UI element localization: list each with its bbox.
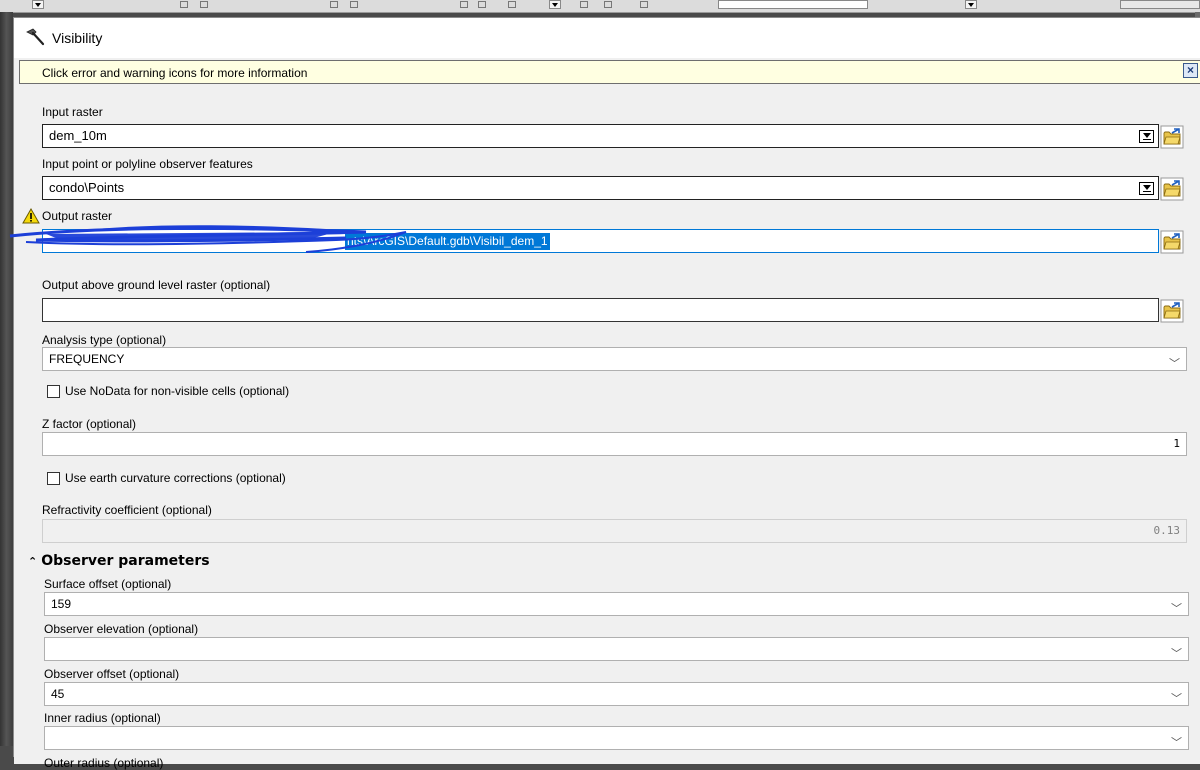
observer-features-combo[interactable]: condo\Points: [42, 176, 1159, 200]
observer-features-value: condo\Points: [49, 180, 125, 195]
surface-offset-label: Surface offset (optional): [44, 577, 172, 591]
refractivity-value: 0.13: [1153, 524, 1181, 537]
chevron-down-icon[interactable]: ﹀: [1171, 688, 1182, 705]
toolbar-icon[interactable]: [478, 1, 486, 8]
analysis-type-select[interactable]: FREQUENCY ﹀: [42, 347, 1187, 371]
earth-curvature-checkbox-row[interactable]: Use earth curvature corrections (optiona…: [47, 471, 286, 486]
observer-features-label: Input point or polyline observer feature…: [42, 157, 253, 171]
chevron-down-icon[interactable]: [1139, 182, 1154, 195]
observer-offset-label: Observer offset (optional): [44, 667, 180, 681]
toolbar-dropdown[interactable]: [965, 0, 977, 9]
folder-open-icon[interactable]: [1160, 299, 1184, 323]
analysis-type-label: Analysis type (optional): [42, 333, 167, 347]
window-title: Visibility: [52, 30, 103, 46]
observer-parameters-header[interactable]: ⌃ Observer parameters: [28, 553, 210, 569]
output-raster-input[interactable]: nts\ArcGIS\Default.gdb\Visibil_dem_1: [42, 229, 1159, 253]
toolbar-scale-box[interactable]: [718, 0, 868, 9]
observer-elevation-label: Observer elevation (optional): [44, 622, 199, 636]
map-backdrop: [0, 12, 13, 746]
hammer-icon: [26, 28, 45, 46]
toolbar-icon[interactable]: [460, 1, 468, 8]
use-nodata-label: Use NoData for non-visible cells (option…: [65, 384, 290, 398]
chevron-down-icon[interactable]: ﹀: [1171, 598, 1182, 615]
toolbar-icon[interactable]: [604, 1, 612, 8]
refractivity-label: Refractivity coefficient (optional): [42, 503, 212, 517]
use-nodata-checkbox[interactable]: [47, 385, 60, 399]
earth-curvature-checkbox[interactable]: [47, 472, 60, 486]
earth-curvature-label: Use earth curvature corrections (optiona…: [65, 471, 286, 485]
input-raster-value: dem_10m: [49, 128, 107, 143]
chevron-down-icon[interactable]: ﹀: [1169, 353, 1180, 370]
observer-elevation-select[interactable]: ﹀: [44, 637, 1189, 661]
folder-open-icon[interactable]: [1160, 177, 1184, 201]
chevron-double-up-icon[interactable]: ⌃: [28, 555, 37, 568]
toolbar-dropdown[interactable]: [32, 0, 44, 9]
toolbar-icon[interactable]: [200, 1, 208, 8]
observer-offset-value: 45: [51, 687, 65, 701]
analysis-type-value: FREQUENCY: [49, 352, 125, 366]
z-factor-input[interactable]: 1: [42, 432, 1187, 456]
surface-offset-value: 159: [51, 597, 72, 611]
input-raster-combo[interactable]: dem_10m: [42, 124, 1159, 148]
chevron-down-icon[interactable]: [1139, 130, 1154, 143]
observer-parameters-title: Observer parameters: [41, 553, 210, 569]
parameters-form: Input raster dem_10m Input point or poly…: [9, 84, 1200, 770]
toolbar-icon[interactable]: [508, 1, 516, 8]
output-raster-label: Output raster: [42, 209, 113, 223]
toolbar-icon[interactable]: [180, 1, 188, 8]
chevron-down-icon[interactable]: ﹀: [1171, 732, 1182, 749]
inner-radius-select[interactable]: ﹀: [44, 726, 1189, 750]
message-text: Click error and warning icons for more i…: [42, 66, 308, 80]
z-factor-label: Z factor (optional): [42, 417, 137, 431]
visibility-tool-dialog: Visibility Click error and warning icons…: [9, 17, 1200, 770]
toolbar-strip: [0, 0, 1200, 13]
toolbar-icon[interactable]: [350, 1, 358, 8]
close-message-button[interactable]: ×: [1183, 63, 1198, 78]
agl-raster-input[interactable]: [42, 298, 1159, 322]
agl-raster-label: Output above ground level raster (option…: [42, 278, 271, 292]
toolbar-icon[interactable]: [640, 1, 648, 8]
warning-icon[interactable]: [22, 208, 40, 224]
folder-open-icon[interactable]: [1160, 125, 1184, 149]
inner-radius-label: Inner radius (optional): [44, 711, 161, 725]
title-bar: Visibility: [14, 18, 1200, 58]
outer-radius-label: Outer radius (optional): [44, 756, 164, 770]
use-nodata-checkbox-row[interactable]: Use NoData for non-visible cells (option…: [47, 384, 290, 399]
surface-offset-select[interactable]: 159 ﹀: [44, 592, 1189, 616]
chevron-down-icon[interactable]: ﹀: [1171, 643, 1182, 660]
refractivity-input: 0.13: [42, 519, 1187, 543]
z-factor-value: 1: [1173, 437, 1180, 450]
output-raster-value: nts\ArcGIS\Default.gdb\Visibil_dem_1: [345, 233, 550, 250]
message-bar: Click error and warning icons for more i…: [19, 60, 1200, 84]
toolbar-icon[interactable]: [580, 1, 588, 8]
toolbar-box[interactable]: [1120, 0, 1200, 9]
input-raster-label: Input raster: [42, 105, 103, 119]
toolbar-icon[interactable]: [330, 1, 338, 8]
toolbar-dropdown[interactable]: [549, 0, 561, 9]
observer-offset-select[interactable]: 45 ﹀: [44, 682, 1189, 706]
folder-open-icon[interactable]: [1160, 230, 1184, 254]
